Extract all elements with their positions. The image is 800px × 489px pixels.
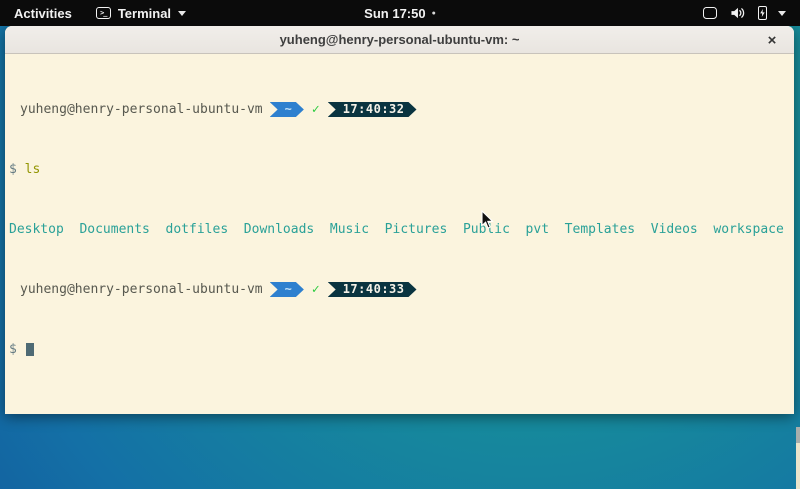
terminal-app-icon: >_ xyxy=(96,7,111,19)
check-icon: ✓ xyxy=(312,282,320,297)
directory-item: Videos xyxy=(651,222,698,237)
close-icon[interactable]: × xyxy=(760,26,784,54)
prompt-user-host: yuheng@henry-personal-ubuntu-vm xyxy=(20,102,263,117)
prompt-line-1: yuheng@henry-personal-ubuntu-vm ~ ✓ 17:4… xyxy=(9,102,790,117)
directory-item: Downloads xyxy=(244,222,314,237)
screen-icon xyxy=(703,7,717,19)
prompt-time-segment: 17:40:33 xyxy=(328,282,417,297)
directory-item: Documents xyxy=(79,222,149,237)
prompt-time-segment: 17:40:32 xyxy=(328,102,417,117)
text-cursor xyxy=(26,343,34,356)
terminal-content[interactable]: yuheng@henry-personal-ubuntu-vm ~ ✓ 17:4… xyxy=(5,54,794,413)
prompt-path-segment: ~ xyxy=(270,102,304,117)
command-text: ls xyxy=(25,162,41,177)
top-bar: Activities >_ Terminal Sun 17:50 ● xyxy=(0,0,800,26)
window-titlebar[interactable]: yuheng@henry-personal-ubuntu-vm: ~ × xyxy=(5,26,794,54)
notification-dot-icon: ● xyxy=(432,10,436,17)
chevron-down-icon xyxy=(778,11,786,16)
prompt-path-segment: ~ xyxy=(270,282,304,297)
window-title: yuheng@henry-personal-ubuntu-vm: ~ xyxy=(280,32,520,47)
prompt-symbol: $ xyxy=(9,162,17,177)
battery-charging-icon xyxy=(758,6,767,20)
app-menu-terminal[interactable]: >_ Terminal xyxy=(86,0,196,26)
check-icon: ✓ xyxy=(312,102,320,117)
desktop: Activities >_ Terminal Sun 17:50 ● yuhen… xyxy=(0,0,800,489)
chevron-down-icon xyxy=(178,11,186,16)
command-line: $ ls xyxy=(9,162,790,177)
directory-item: dotfiles xyxy=(166,222,229,237)
ls-output-line: Desktop Documents dotfiles Downloads Music Pi… xyxy=(9,222,790,237)
volume-icon xyxy=(730,6,745,20)
directory-item: Music xyxy=(330,222,369,237)
directory-item: pvt xyxy=(526,222,549,237)
current-command-line: $ xyxy=(9,342,790,357)
prompt-symbol: $ xyxy=(9,342,17,357)
terminal-window: yuheng@henry-personal-ubuntu-vm: ~ × yuh… xyxy=(5,26,794,414)
directory-item: Desktop xyxy=(9,222,64,237)
system-status-area[interactable] xyxy=(697,0,792,26)
directory-item: Pictures xyxy=(385,222,448,237)
directory-item: Templates xyxy=(565,222,635,237)
directory-item: workspace xyxy=(713,222,783,237)
background-window-edge xyxy=(796,427,800,489)
clock[interactable]: Sun 17:50 xyxy=(364,6,425,21)
mouse-cursor-icon xyxy=(481,210,494,230)
activities-button[interactable]: Activities xyxy=(0,0,86,26)
prompt-line-2: yuheng@henry-personal-ubuntu-vm ~ ✓ 17:4… xyxy=(9,282,790,297)
app-menu-label: Terminal xyxy=(118,6,171,21)
prompt-user-host: yuheng@henry-personal-ubuntu-vm xyxy=(20,282,263,297)
